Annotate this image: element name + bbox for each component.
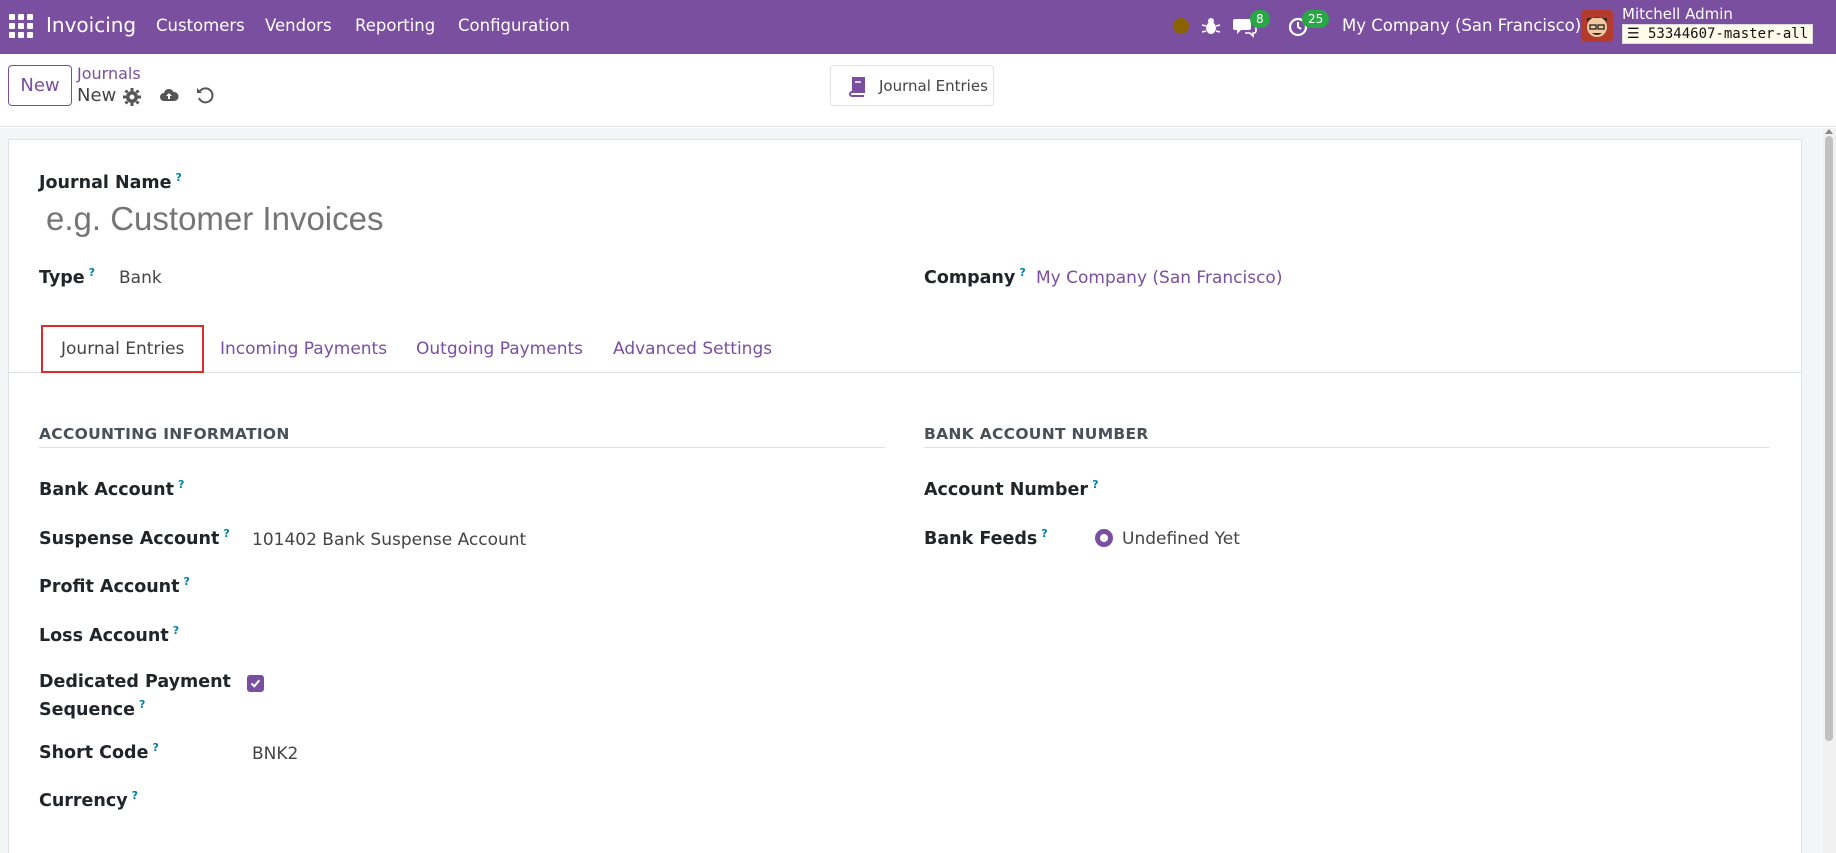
scrollbar-thumb[interactable] — [1825, 136, 1833, 741]
scroll-up-icon[interactable] — [1825, 129, 1833, 134]
control-panel: New Journals New Journal Entries — [0, 54, 1836, 127]
checkmark-icon — [250, 679, 261, 688]
activities-badge: 25 — [1302, 10, 1330, 28]
menu-vendors[interactable]: Vendors — [265, 16, 332, 35]
user-name[interactable]: Mitchell Admin — [1622, 5, 1733, 23]
help-tooltip-icon[interactable]: ? — [176, 171, 182, 184]
help-tooltip-icon[interactable]: ? — [184, 575, 190, 588]
suspense-account-label: Suspense Account? — [39, 527, 230, 549]
tab-journal-entries[interactable]: Journal Entries — [41, 325, 205, 373]
database-name: ☰ 53344607-master-all — [1622, 24, 1814, 44]
messages-badge: 8 — [1250, 10, 1270, 28]
dedicated-payment-label-line1: Dedicated Payment — [39, 672, 231, 692]
bank-feeds-radio[interactable] — [1095, 529, 1113, 547]
discard-undo-icon[interactable] — [195, 85, 215, 105]
accounting-section-title: ACCOUNTING INFORMATION — [39, 425, 290, 443]
help-tooltip-icon[interactable]: ? — [1019, 266, 1025, 279]
status-dot-icon[interactable] — [1173, 18, 1189, 34]
journal-name-input[interactable] — [44, 196, 924, 242]
bank-feeds-label: Bank Feeds? — [924, 527, 1048, 549]
bank-section-title: BANK ACCOUNT NUMBER — [924, 425, 1149, 443]
type-select[interactable]: Bank — [119, 268, 162, 288]
company-label-text: Company — [924, 267, 1016, 288]
account-number-label-text: Account Number — [924, 479, 1089, 500]
top-navbar: Invoicing Customers Vendors Reporting Co… — [0, 0, 1836, 54]
help-tooltip-icon[interactable]: ? — [89, 266, 95, 279]
journal-name-label: Journal Name? — [39, 171, 182, 193]
bank-feeds-label-text: Bank Feeds — [924, 528, 1038, 549]
short-code-label: Short Code? — [39, 741, 159, 763]
currency-label-text: Currency — [39, 790, 128, 811]
new-button[interactable]: New — [8, 65, 72, 106]
user-avatar[interactable] — [1581, 10, 1613, 42]
database-icon: ☰ — [1627, 26, 1640, 42]
help-tooltip-icon[interactable]: ? — [178, 478, 184, 491]
save-cloud-icon[interactable] — [159, 85, 179, 105]
type-label-text: Type — [39, 267, 85, 288]
breadcrumb-current: New — [77, 85, 117, 106]
section-divider — [924, 447, 1770, 448]
menu-configuration[interactable]: Configuration — [458, 16, 570, 35]
suspense-account-label-text: Suspense Account — [39, 528, 220, 549]
profit-account-label-text: Profit Account — [39, 576, 180, 597]
company-switcher[interactable]: My Company (San Francisco) — [1342, 16, 1581, 35]
help-tooltip-icon[interactable]: ? — [139, 698, 145, 711]
book-icon — [849, 76, 865, 97]
help-tooltip-icon[interactable]: ? — [152, 741, 158, 754]
tab-incoming-payments[interactable]: Incoming Payments — [220, 325, 387, 373]
company-field[interactable]: My Company (San Francisco) — [1036, 268, 1282, 288]
journal-entries-smart-button[interactable]: Journal Entries — [830, 65, 994, 106]
gear-icon[interactable] — [122, 87, 142, 107]
database-label: 53344607-master-all — [1648, 26, 1809, 42]
type-label: Type? — [39, 266, 95, 288]
help-tooltip-icon[interactable]: ? — [1092, 478, 1098, 491]
notebook-tabs: Journal Entries Incoming Payments Outgoi… — [9, 325, 1801, 373]
short-code-field[interactable]: BNK2 — [252, 744, 298, 764]
dedicated-payment-label: Dedicated Payment — [39, 672, 231, 692]
vertical-scrollbar[interactable] — [1822, 128, 1836, 853]
loss-account-label: Loss Account? — [39, 624, 179, 646]
journal-name-label-text: Journal Name — [39, 172, 172, 193]
help-tooltip-icon[interactable]: ? — [223, 527, 229, 540]
dedicated-payment-checkbox[interactable] — [247, 675, 264, 692]
app-name[interactable]: Invoicing — [46, 13, 136, 37]
dedicated-payment-label-line2-wrap: Sequence? — [39, 698, 145, 720]
breadcrumb-journals[interactable]: Journals — [77, 64, 141, 83]
tab-advanced-settings[interactable]: Advanced Settings — [613, 325, 772, 373]
loss-account-label-text: Loss Account — [39, 625, 169, 646]
tab-outgoing-payments[interactable]: Outgoing Payments — [416, 325, 583, 373]
bug-icon[interactable] — [1198, 13, 1224, 39]
bank-feeds-option-label[interactable]: Undefined Yet — [1122, 529, 1240, 549]
profit-account-label: Profit Account? — [39, 575, 190, 597]
help-tooltip-icon[interactable]: ? — [1041, 527, 1047, 540]
suspense-account-field[interactable]: 101402 Bank Suspense Account — [252, 530, 526, 550]
company-label: Company? — [924, 266, 1026, 288]
account-number-label: Account Number? — [924, 478, 1098, 500]
currency-label: Currency? — [39, 789, 138, 811]
menu-reporting[interactable]: Reporting — [355, 16, 435, 35]
short-code-label-text: Short Code — [39, 742, 149, 763]
bank-account-label-text: Bank Account — [39, 479, 174, 500]
help-tooltip-icon[interactable]: ? — [132, 789, 138, 802]
section-divider — [39, 447, 885, 448]
help-tooltip-icon[interactable]: ? — [173, 624, 179, 637]
bank-account-label: Bank Account? — [39, 478, 184, 500]
dedicated-payment-label-line2: Sequence — [39, 699, 136, 720]
apps-grid-icon[interactable] — [9, 14, 33, 38]
smart-button-label: Journal Entries — [879, 76, 988, 95]
menu-customers[interactable]: Customers — [156, 16, 245, 35]
